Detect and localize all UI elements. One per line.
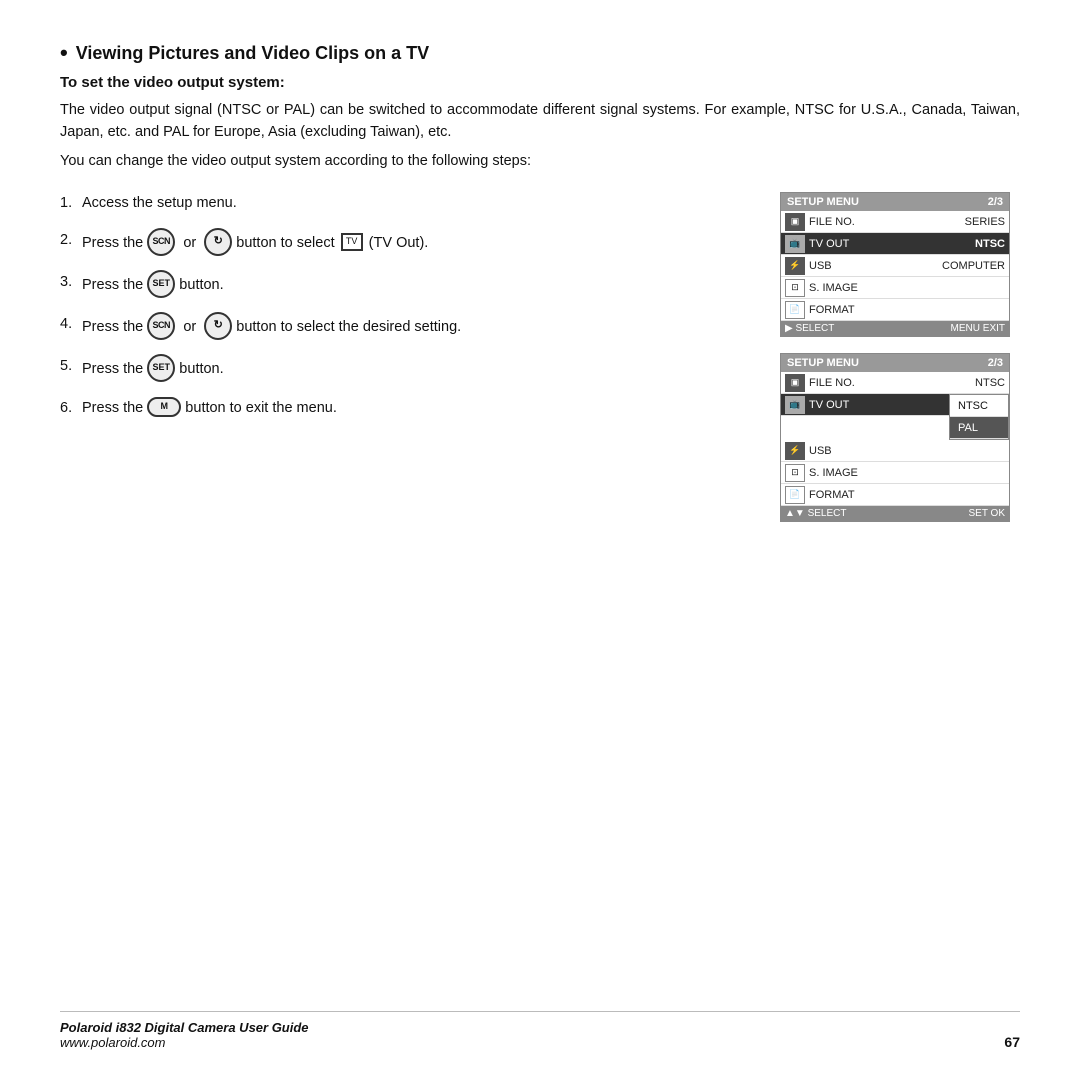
section-subtitle: To set the video output system:	[60, 74, 1020, 91]
simage-icon: ⊡	[785, 279, 805, 297]
step-2: 2. Press the SCN or ↻ button to select T…	[60, 229, 760, 257]
step-1: 1. Access the setup menu.	[60, 192, 760, 214]
step-5: 5. Press the SET button.	[60, 355, 760, 383]
body-text-1: The video output signal (NTSC or PAL) ca…	[60, 99, 1020, 144]
menu-header-1: SETUP MENU 2/3	[781, 193, 1009, 211]
menu-row-format-2: 📄 FORMAT	[781, 484, 1009, 506]
content-area: 1. Access the setup menu. 2. Press the S…	[60, 192, 1020, 522]
menu-row-simage-2: ⊡ S. IMAGE	[781, 462, 1009, 484]
usb-icon: ⚡	[785, 257, 805, 275]
set-button-icon-3: SET	[147, 270, 175, 298]
section-title: • Viewing Pictures and Video Clips on a …	[60, 40, 1020, 66]
fileno-icon-2: ▣	[785, 374, 805, 392]
menu-footer-2: ▲▼ SELECT SET OK	[781, 506, 1009, 521]
arrow-button-icon-4: ↻	[204, 312, 232, 340]
footer-brand: Polaroid i832 Digital Camera User Guide	[60, 1020, 309, 1035]
m-button-icon: M	[147, 397, 181, 417]
menu-row-fileno-2: ▣ FILE NO. NTSC	[781, 372, 1009, 394]
menu-row-usb-2: ⚡ USB	[781, 440, 1009, 462]
submenu-ntsc: NTSC	[950, 395, 1008, 417]
set-button-icon-5: SET	[147, 354, 175, 382]
tvout-row-with-submenu: 📺 TV OUT NTSC PAL	[781, 394, 1009, 440]
menu-footer-1: ▶ SELECT MENU EXIT	[781, 321, 1009, 336]
menu-screenshots-column: SETUP MENU 2/3 ▣ FILE NO. SERIES 📺 TV	[780, 192, 1020, 522]
menu-row-tvout: 📺 TV OUT NTSC	[781, 233, 1009, 255]
fileno-icon: ▣	[785, 213, 805, 231]
steps-column: 1. Access the setup menu. 2. Press the S…	[60, 192, 780, 522]
submenu-pal: PAL	[950, 417, 1008, 439]
simage-icon-2: ⊡	[785, 464, 805, 482]
menu-panel-2: SETUP MENU 2/3 ▣ FILE NO. NTSC	[780, 353, 1010, 522]
format-icon-2: 📄	[785, 486, 805, 504]
tvout-icon: 📺	[785, 235, 805, 253]
step-6: 6. Press the M button to exit the menu.	[60, 397, 760, 419]
submenu: NTSC PAL	[949, 394, 1009, 440]
menu-row-format: 📄 FORMAT	[781, 299, 1009, 321]
menu-panel-1: SETUP MENU 2/3 ▣ FILE NO. SERIES 📺 TV	[780, 192, 1010, 337]
footer-url: www.polaroid.com	[60, 1035, 309, 1050]
menu-row-usb: ⚡ USB COMPUTER	[781, 255, 1009, 277]
menu-row-tvout-2: 📺 TV OUT	[781, 394, 949, 416]
menu-row-fileno: ▣ FILE NO. SERIES	[781, 211, 1009, 233]
step-4: 4. Press the SCN or ↻ button to select t…	[60, 313, 760, 341]
page: • Viewing Pictures and Video Clips on a …	[0, 0, 1080, 1080]
scn-button-icon-4: SCN	[147, 312, 175, 340]
tv-out-icon: TV	[341, 233, 363, 251]
scn-button-icon: SCN	[147, 228, 175, 256]
arrow-button-icon: ↻	[204, 228, 232, 256]
body-text-2: You can change the video output system a…	[60, 150, 1020, 172]
usb-icon-2: ⚡	[785, 442, 805, 460]
tvout-icon-2: 📺	[785, 396, 805, 414]
menu-header-2: SETUP MENU 2/3	[781, 354, 1009, 372]
step-3: 3. Press the SET button.	[60, 271, 760, 299]
menu-row-simage: ⊡ S. IMAGE	[781, 277, 1009, 299]
footer-left: Polaroid i832 Digital Camera User Guide …	[60, 1020, 309, 1050]
page-footer: Polaroid i832 Digital Camera User Guide …	[60, 1011, 1020, 1050]
format-icon: 📄	[785, 301, 805, 319]
footer-page-number: 67	[1004, 1034, 1020, 1050]
